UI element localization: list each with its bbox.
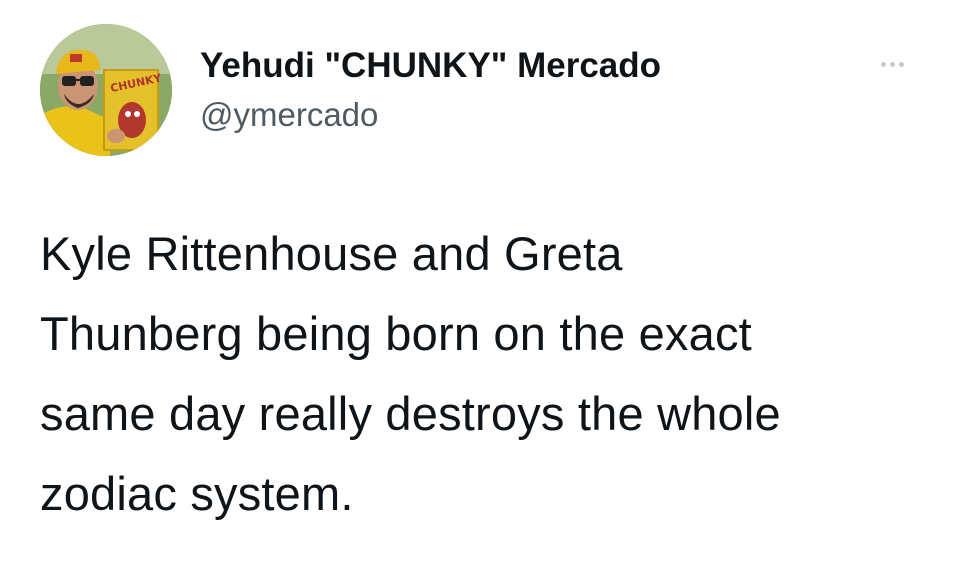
more-options-button[interactable] — [872, 52, 912, 76]
tweet-text-line: Kyle Rittenhouse and Greta — [40, 227, 623, 280]
tweet-text-line: same day really destroys the whole — [40, 387, 781, 440]
user-handle[interactable]: @ymercado — [200, 95, 378, 135]
tweet-text: Kyle Rittenhouse and Greta Thunberg bein… — [40, 214, 920, 534]
tweet-card: CHUNKY Yehudi "CHUNKY" Mercado @ymercado… — [0, 0, 960, 567]
profile-photo-icon: CHUNKY — [40, 24, 172, 156]
display-name[interactable]: Yehudi "CHUNKY" Mercado — [200, 44, 661, 88]
tweet-text-line: zodiac system. — [40, 467, 354, 520]
more-options-icon — [898, 61, 904, 67]
avatar[interactable]: CHUNKY — [40, 24, 172, 156]
more-options-icon — [880, 61, 886, 67]
tweet-text-line: Thunberg being born on the exact — [40, 307, 752, 360]
more-options-icon — [889, 61, 895, 67]
